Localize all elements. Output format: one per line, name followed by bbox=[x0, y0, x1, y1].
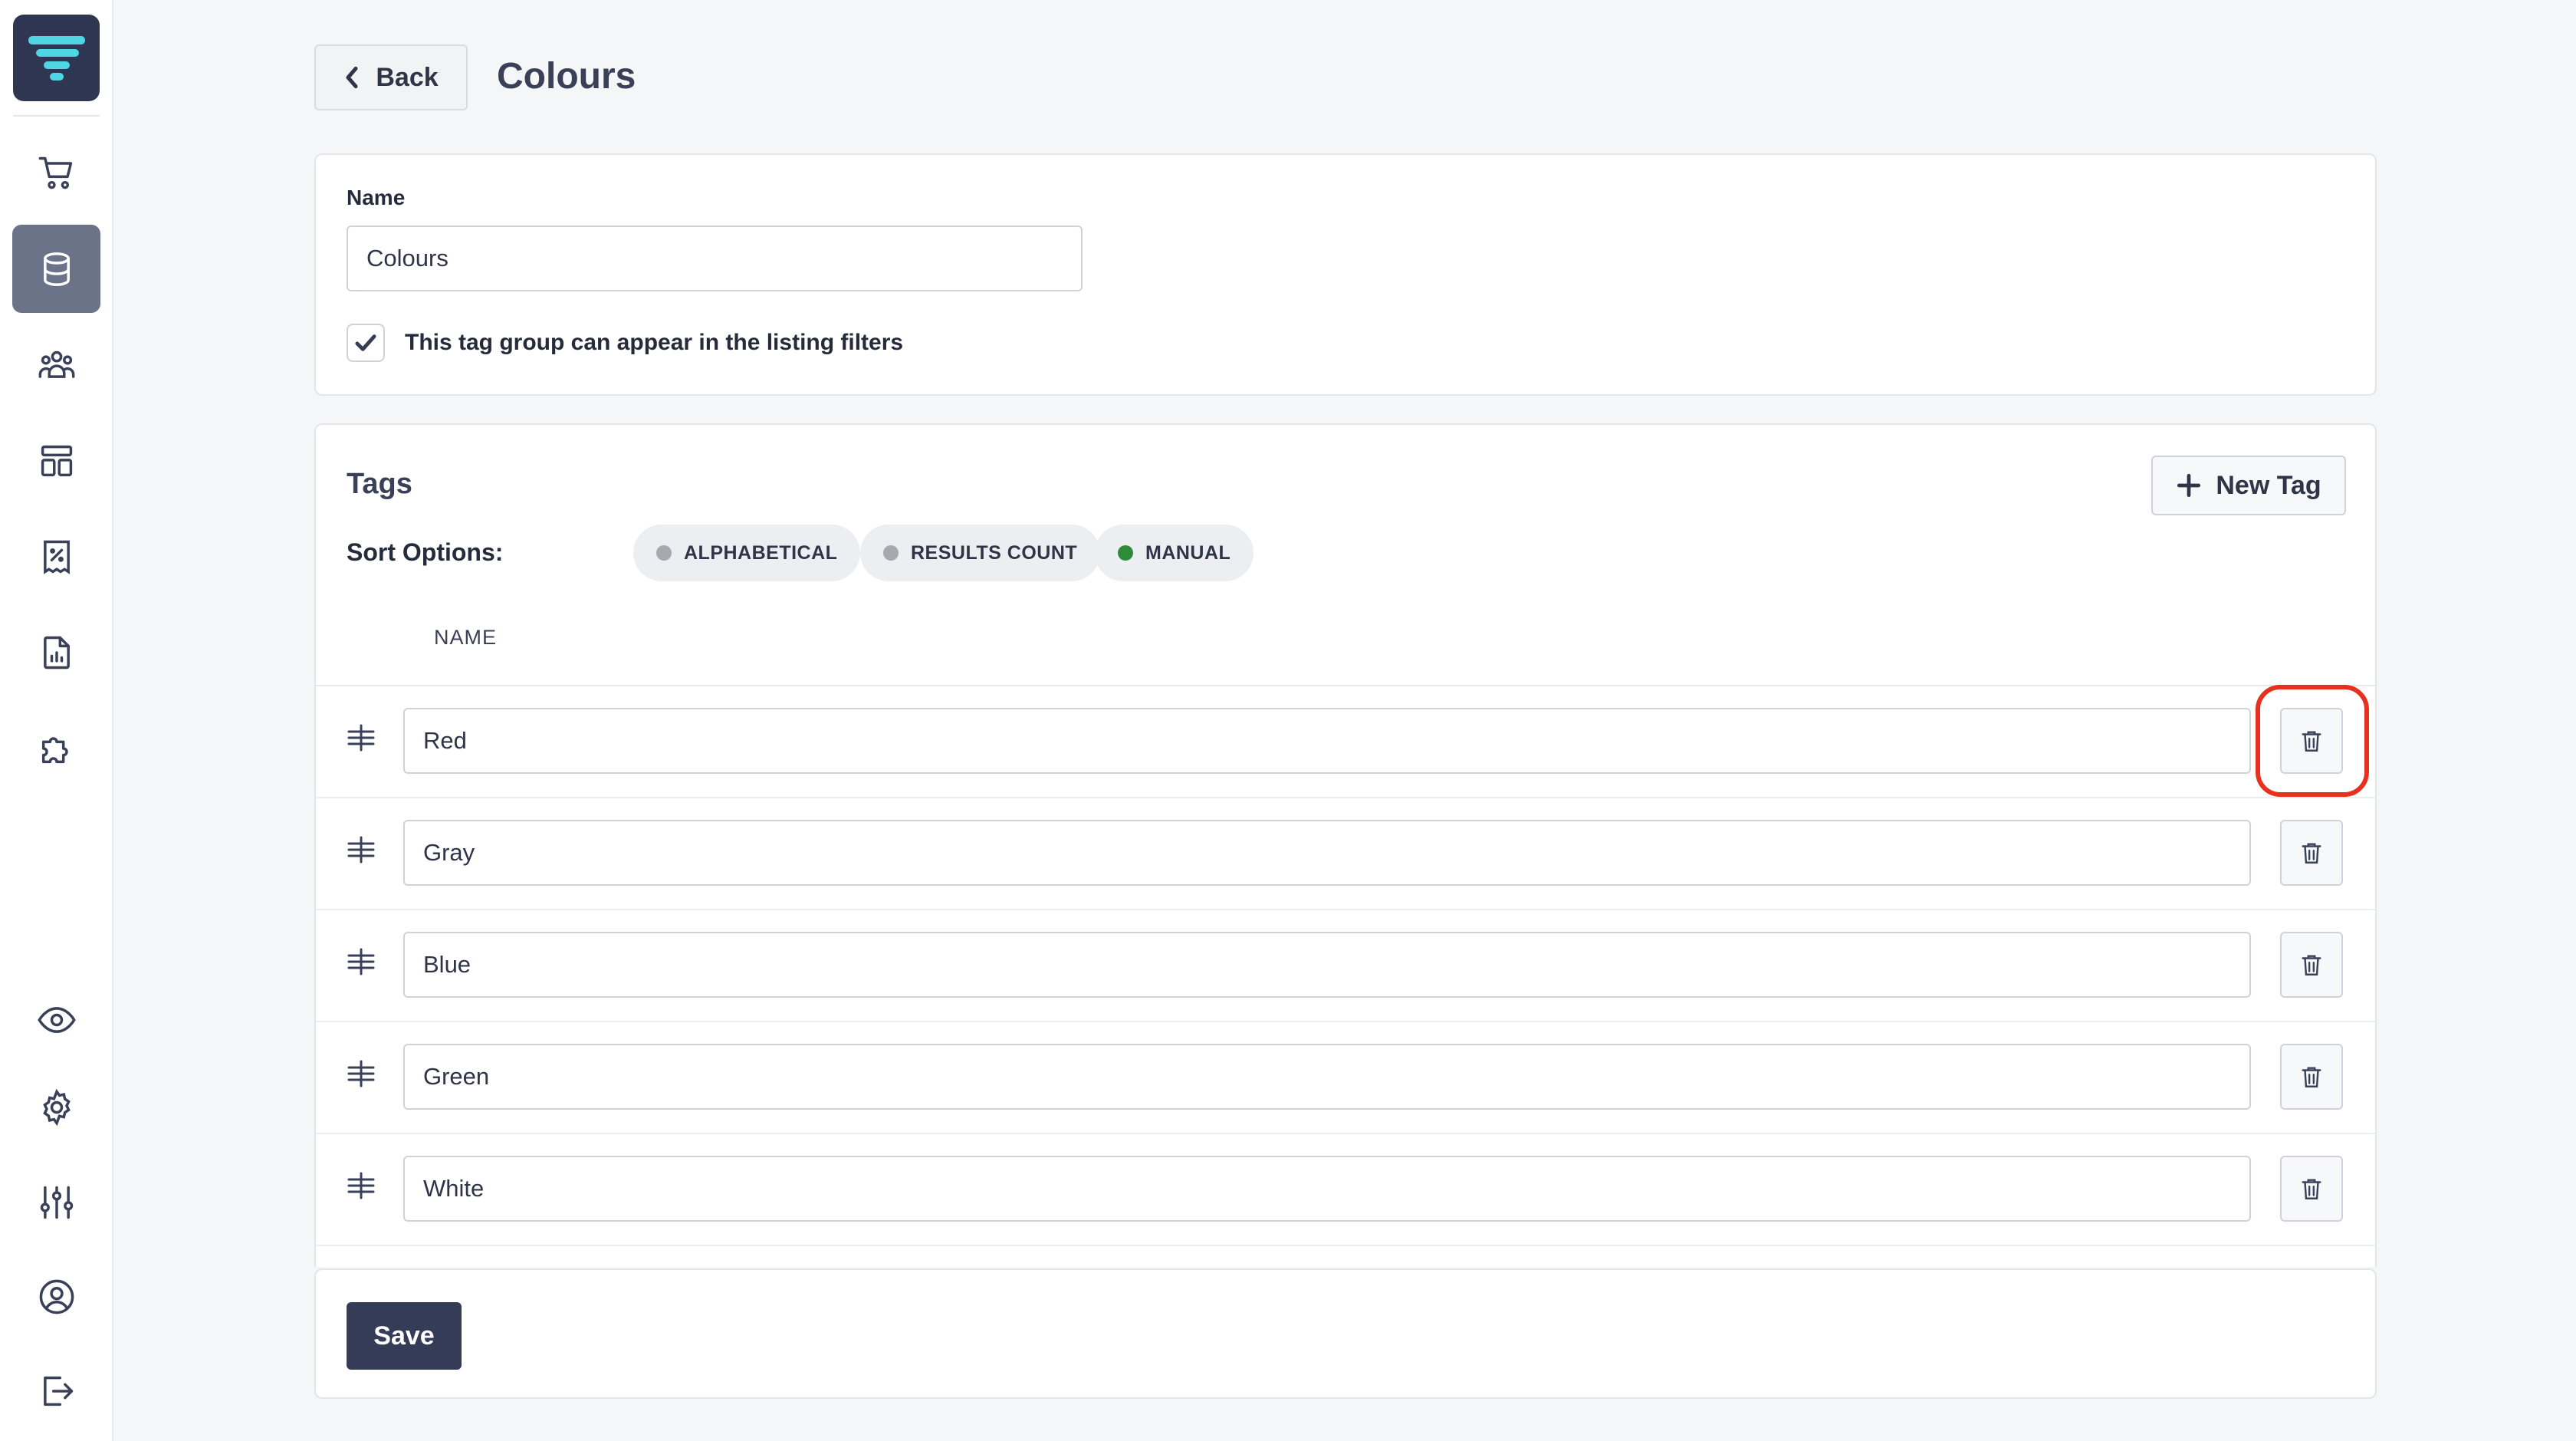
table-row bbox=[316, 686, 2375, 798]
drag-handle-icon bbox=[347, 948, 375, 975]
logo-icon bbox=[28, 36, 85, 81]
trash-icon bbox=[2302, 843, 2321, 864]
drag-handle[interactable] bbox=[343, 1056, 379, 1091]
tag-group-details-card: Name This tag group can appear in the li… bbox=[314, 153, 2377, 396]
main-content: Back Colours Name This tag group can app… bbox=[113, 0, 2576, 1441]
back-button-label: Back bbox=[376, 62, 439, 92]
tag-name-input[interactable] bbox=[403, 1044, 2251, 1110]
trash-icon bbox=[2302, 1067, 2321, 1087]
logo-divider bbox=[13, 115, 100, 117]
layout-icon bbox=[41, 445, 72, 476]
new-tag-label: New Tag bbox=[2216, 470, 2321, 500]
drag-handle[interactable] bbox=[343, 1168, 379, 1203]
name-input[interactable] bbox=[347, 225, 1083, 291]
trash-icon bbox=[2302, 955, 2321, 975]
chevron-left-icon bbox=[346, 66, 358, 89]
users-icon bbox=[38, 350, 74, 378]
logout-icon bbox=[43, 1376, 73, 1406]
sidebar-item-plugins[interactable] bbox=[12, 704, 100, 792]
new-tag-button[interactable]: New Tag bbox=[2151, 456, 2346, 515]
page-title: Colours bbox=[497, 56, 636, 97]
gear-icon bbox=[42, 1088, 71, 1126]
save-bar: Save bbox=[314, 1268, 2377, 1399]
sort-option-manual[interactable]: MANUAL bbox=[1095, 525, 1254, 581]
column-header-name: NAME bbox=[434, 626, 498, 649]
drag-handle-icon bbox=[347, 724, 375, 752]
drag-handle-icon bbox=[347, 836, 375, 864]
database-icon bbox=[43, 252, 70, 286]
cart-icon bbox=[38, 156, 72, 189]
sidebar-item-account[interactable] bbox=[12, 1252, 100, 1341]
tag-name-input[interactable] bbox=[403, 708, 2251, 774]
user-circle-icon bbox=[39, 1279, 74, 1314]
sort-option-label: RESULTS COUNT bbox=[911, 541, 1078, 564]
sidebar-item-logout[interactable] bbox=[12, 1347, 100, 1435]
delete-tag-button[interactable] bbox=[2280, 1044, 2343, 1110]
radio-dot bbox=[1118, 545, 1133, 561]
sort-option-label: ALPHABETICAL bbox=[684, 541, 838, 564]
sort-option-results-count[interactable]: RESULTS COUNT bbox=[860, 525, 1101, 581]
sidebar-item-catalog[interactable] bbox=[12, 225, 100, 313]
sidebar-item-preferences[interactable] bbox=[12, 1158, 100, 1246]
eye-icon bbox=[37, 1006, 76, 1033]
drag-handle-icon bbox=[347, 1172, 375, 1199]
plus-icon bbox=[2177, 473, 2201, 498]
back-button[interactable]: Back bbox=[314, 44, 468, 110]
drag-handle[interactable] bbox=[343, 944, 379, 979]
table-row bbox=[316, 910, 2375, 1022]
listing-filters-label: This tag group can appear in the listing… bbox=[405, 330, 904, 355]
puzzle-icon bbox=[41, 736, 68, 763]
delete-tag-button[interactable] bbox=[2280, 1156, 2343, 1222]
tag-name-input[interactable] bbox=[403, 820, 2251, 886]
delete-tag-button[interactable] bbox=[2280, 820, 2343, 886]
sliders-icon bbox=[40, 1186, 73, 1219]
sort-option-label: MANUAL bbox=[1145, 541, 1231, 564]
tag-name-input[interactable] bbox=[403, 932, 2251, 998]
name-label: Name bbox=[347, 186, 406, 209]
sort-option-alphabetical[interactable]: ALPHABETICAL bbox=[633, 525, 861, 581]
sidebar-item-settings[interactable] bbox=[12, 1063, 100, 1151]
radio-dot bbox=[656, 545, 672, 561]
delete-tag-button[interactable] bbox=[2280, 932, 2343, 998]
delete-tag-button[interactable] bbox=[2280, 708, 2343, 774]
drag-handle[interactable] bbox=[343, 832, 379, 867]
listing-filters-checkbox[interactable] bbox=[347, 324, 385, 362]
sidebar-item-reports[interactable] bbox=[12, 608, 100, 696]
tag-name-input[interactable] bbox=[403, 1156, 2251, 1222]
table-row bbox=[316, 1134, 2375, 1246]
tags-title: Tags bbox=[347, 468, 412, 500]
sidebar-item-discounts[interactable] bbox=[12, 512, 100, 600]
radio-dot bbox=[883, 545, 899, 561]
sidebar-item-customers[interactable] bbox=[12, 321, 100, 409]
sidebar-item-orders[interactable] bbox=[12, 129, 100, 217]
drag-handle[interactable] bbox=[343, 720, 379, 755]
trash-icon bbox=[2302, 1179, 2321, 1199]
report-icon bbox=[43, 636, 70, 669]
save-button[interactable]: Save bbox=[347, 1302, 462, 1370]
sidebar bbox=[0, 0, 113, 1441]
app-logo[interactable] bbox=[13, 15, 100, 101]
table-row bbox=[316, 798, 2375, 910]
sort-options-label: Sort Options: bbox=[347, 538, 504, 566]
sidebar-item-preview[interactable] bbox=[12, 975, 100, 1064]
checkmark-icon bbox=[355, 334, 376, 351]
table-row bbox=[316, 1022, 2375, 1134]
drag-handle-icon bbox=[347, 1060, 375, 1087]
tags-card: Tags New Tag Sort Options: ALPHABETICAL … bbox=[314, 423, 2377, 1267]
trash-icon bbox=[2302, 731, 2321, 752]
sidebar-item-layout[interactable] bbox=[12, 416, 100, 505]
receipt-discount-icon bbox=[43, 540, 70, 574]
